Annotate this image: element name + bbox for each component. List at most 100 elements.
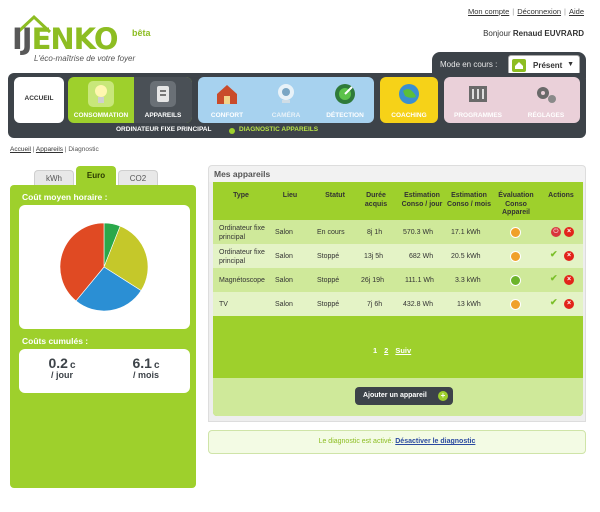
cell-type: TV xyxy=(219,301,228,308)
table-row[interactable]: Ordinateur fixe principal Salon En cours… xyxy=(213,220,583,244)
check-icon[interactable]: ✔ xyxy=(550,273,558,284)
nav-accueil[interactable]: ACCUEIL xyxy=(14,77,64,123)
gears-icon xyxy=(533,81,559,107)
cell-conso-jour: 682 Wh xyxy=(409,253,434,260)
house-icon xyxy=(214,81,240,107)
col-statut: Statut xyxy=(325,192,345,199)
home-icon xyxy=(512,59,526,72)
nav-detection[interactable]: DÉTECTION xyxy=(316,77,374,123)
nav-consommation[interactable]: CONSOMMATION xyxy=(68,77,134,123)
help-link[interactable]: Aide xyxy=(569,7,584,16)
mode-label: Mode en cours : xyxy=(440,60,498,69)
bulb-icon xyxy=(88,81,114,107)
delete-icon[interactable]: × xyxy=(564,227,574,237)
pie-chart-box xyxy=(19,205,190,329)
table-row[interactable]: TV Salon Stoppé 7j 6h 432.8 Wh 13 kWh ✔ … xyxy=(213,292,583,316)
mode-select[interactable]: Présent ▼ xyxy=(508,55,580,75)
breadcrumb-devices[interactable]: Appareils xyxy=(36,146,63,153)
chevron-down-icon: ▼ xyxy=(567,61,574,68)
cell-statut: Stoppé xyxy=(317,253,340,260)
next-page-link[interactable]: Suiv xyxy=(395,346,411,355)
nav-reglages[interactable]: RÉGLAGES xyxy=(512,77,580,123)
delete-icon[interactable]: × xyxy=(564,299,574,309)
subnav-device[interactable]: ORDINATEUR FIXE PRINCIPAL xyxy=(116,126,211,133)
cumulative-cost-box: 0.2 c / jour 6.1 c / mois xyxy=(19,349,190,393)
evaluation-indicator xyxy=(510,227,521,238)
diagnostic-notice: Le diagnostic est activé. Désactiver le … xyxy=(208,430,586,454)
nav-coaching[interactable]: COACHING xyxy=(380,77,438,123)
cell-lieu: Salon xyxy=(275,301,293,308)
evaluation-indicator xyxy=(510,251,521,262)
cell-conso-mois: 13 kWh xyxy=(457,301,481,308)
logo-wordmark: IJENKO xyxy=(12,22,118,56)
check-icon[interactable]: ✔ xyxy=(550,249,558,260)
col-conso-jour: Estimation Conso / jour xyxy=(401,192,443,208)
check-icon[interactable]: ✔ xyxy=(550,297,558,308)
nav-group-settings: PROGRAMMES RÉGLAGES xyxy=(444,77,580,123)
page-2[interactable]: 2 xyxy=(384,346,388,355)
cell-lieu: Salon xyxy=(275,277,293,284)
devices-header: Mes appareils xyxy=(208,165,586,182)
cell-conso-mois: 20.5 kWh xyxy=(451,253,481,260)
nav-group-comfort: CONFORT CAMÉRA DÉTECTION xyxy=(198,77,374,123)
table-header: Type Lieu Statut Durée acquis Estimation… xyxy=(213,182,583,220)
nav-confort[interactable]: CONFORT xyxy=(198,77,256,123)
evaluation-indicator xyxy=(510,275,521,286)
table-row[interactable]: Ordinateur fixe principal Salon Stoppé 1… xyxy=(213,244,583,268)
camera-icon xyxy=(273,81,299,107)
cell-conso-jour: 111.1 Wh xyxy=(405,277,434,284)
diagnostic-text: Le diagnostic est activé. xyxy=(318,438,394,445)
tagline: L'éco-maîtrise de votre foyer xyxy=(34,54,136,63)
tab-kwh[interactable]: kWh xyxy=(34,170,74,186)
appliance-icon xyxy=(150,81,176,107)
sub-nav: ORDINATEUR FIXE PRINCIPAL DIAGNOSTIC APP… xyxy=(8,124,586,138)
table-row[interactable]: Magnétoscope Salon Stoppé 26j 19h 111.1 … xyxy=(213,268,583,292)
page-1[interactable]: 1 xyxy=(373,346,377,355)
nav-programmes[interactable]: PROGRAMMES xyxy=(444,77,512,123)
beta-label: bêta xyxy=(132,28,151,38)
plus-icon: + xyxy=(438,391,448,401)
hourly-cost-title: Coût moyen horaire : xyxy=(22,192,108,202)
pagination: 1 2 Suiv xyxy=(373,346,418,355)
user-name: Renaud EUVRARD xyxy=(512,29,584,38)
cell-type: Ordinateur fixe principal xyxy=(219,225,265,241)
cell-duree: 26j 19h xyxy=(361,277,384,284)
account-link[interactable]: Mon compte xyxy=(468,7,509,16)
devices-table: Type Lieu Statut Durée acquis Estimation… xyxy=(213,182,583,416)
cell-statut: Stoppé xyxy=(317,301,340,308)
col-actions: Actions xyxy=(548,192,574,199)
cell-conso-mois: 17.1 kWh xyxy=(451,229,481,236)
devices-title: Mes appareils xyxy=(214,169,271,179)
col-duree: Durée acquis xyxy=(364,192,388,208)
cell-duree: 7j 6h xyxy=(367,301,383,308)
evaluation-indicator xyxy=(510,299,521,310)
disable-diagnostic-link[interactable]: Désactiver le diagnostic xyxy=(395,438,475,445)
tab-euro[interactable]: Euro xyxy=(76,166,116,186)
nav-group-consumption: CONSOMMATION APPAREILS xyxy=(68,77,192,123)
col-type: Type xyxy=(233,192,249,199)
subnav-diagnostic[interactable]: DIAGNOSTIC APPAREILS xyxy=(239,126,318,133)
cell-statut: Stoppé xyxy=(317,277,340,284)
bullet-icon xyxy=(229,128,235,134)
cell-type: Ordinateur fixe principal xyxy=(219,249,265,265)
delete-icon[interactable]: × xyxy=(564,251,574,261)
col-lieu: Lieu xyxy=(282,192,298,199)
tab-co2[interactable]: CO2 xyxy=(118,170,158,186)
cumulative-cost-title: Coûts cumulés : xyxy=(22,336,89,346)
equalizer-icon xyxy=(465,81,491,107)
logout-link[interactable]: Déconnexion xyxy=(517,7,561,16)
cell-conso-jour: 432.8 Wh xyxy=(403,301,433,308)
radar-icon xyxy=(332,81,358,107)
cell-duree: 8j 1h xyxy=(367,229,383,236)
breadcrumb-home[interactable]: Accueil xyxy=(10,146,31,153)
nav-appareils[interactable]: APPAREILS xyxy=(134,77,192,123)
delete-icon[interactable]: × xyxy=(564,275,574,285)
top-links: Mon compte | Déconnexion | Aide xyxy=(468,7,584,16)
cell-type: Magnétoscope xyxy=(219,277,265,284)
add-device-button[interactable]: Ajouter un appareil + xyxy=(355,387,453,405)
nav-camera[interactable]: CAMÉRA xyxy=(257,77,315,123)
logo[interactable]: IJENKO bêta L'éco-maîtrise de votre foye… xyxy=(12,10,172,66)
cell-lieu: Salon xyxy=(275,229,293,236)
add-device-strip: Ajouter un appareil + xyxy=(213,378,583,416)
power-off-icon[interactable]: ⏻ xyxy=(551,227,561,237)
